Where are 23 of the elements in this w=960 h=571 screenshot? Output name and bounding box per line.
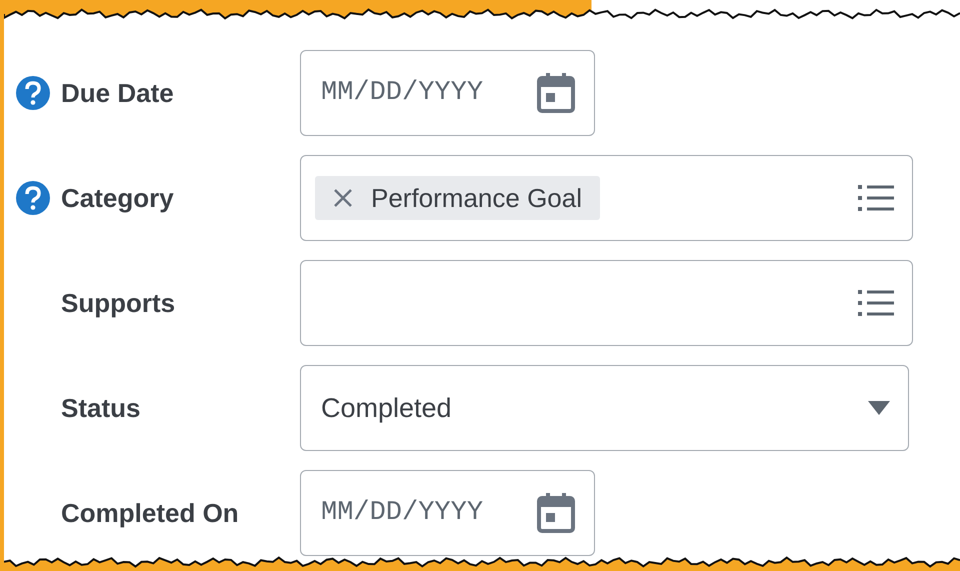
status-dropdown[interactable]: Completed	[300, 365, 909, 451]
remove-icon[interactable]	[333, 188, 353, 208]
field-label: Status	[61, 392, 140, 424]
calendar-icon[interactable]	[536, 492, 576, 534]
date-placeholder: MM/DD/YYYY	[320, 78, 484, 108]
list-icon[interactable]	[858, 184, 894, 212]
calendar-icon[interactable]	[536, 72, 576, 114]
token-label: Performance Goal	[371, 182, 582, 214]
date-field[interactable]: MM/DD/YYYY	[300, 470, 595, 556]
field-label: Category	[61, 182, 174, 214]
multiselect-field[interactable]: Performance Goal	[300, 155, 913, 241]
field-label: Completed On	[61, 498, 239, 528]
category-token[interactable]: Performance Goal	[315, 176, 600, 220]
multiselect-field[interactable]	[300, 260, 913, 346]
date-placeholder: MM/DD/YYYY	[320, 498, 484, 528]
help-icon[interactable]	[16, 76, 50, 110]
field-label: Due Date	[61, 78, 174, 108]
help-icon[interactable]	[16, 181, 50, 215]
list-icon[interactable]	[858, 289, 894, 317]
caret-icon[interactable]	[868, 401, 890, 415]
field-label: Supports	[61, 288, 176, 318]
dropdown-value: Completed	[320, 392, 453, 424]
date-field[interactable]: MM/DD/YYYY	[300, 50, 595, 136]
